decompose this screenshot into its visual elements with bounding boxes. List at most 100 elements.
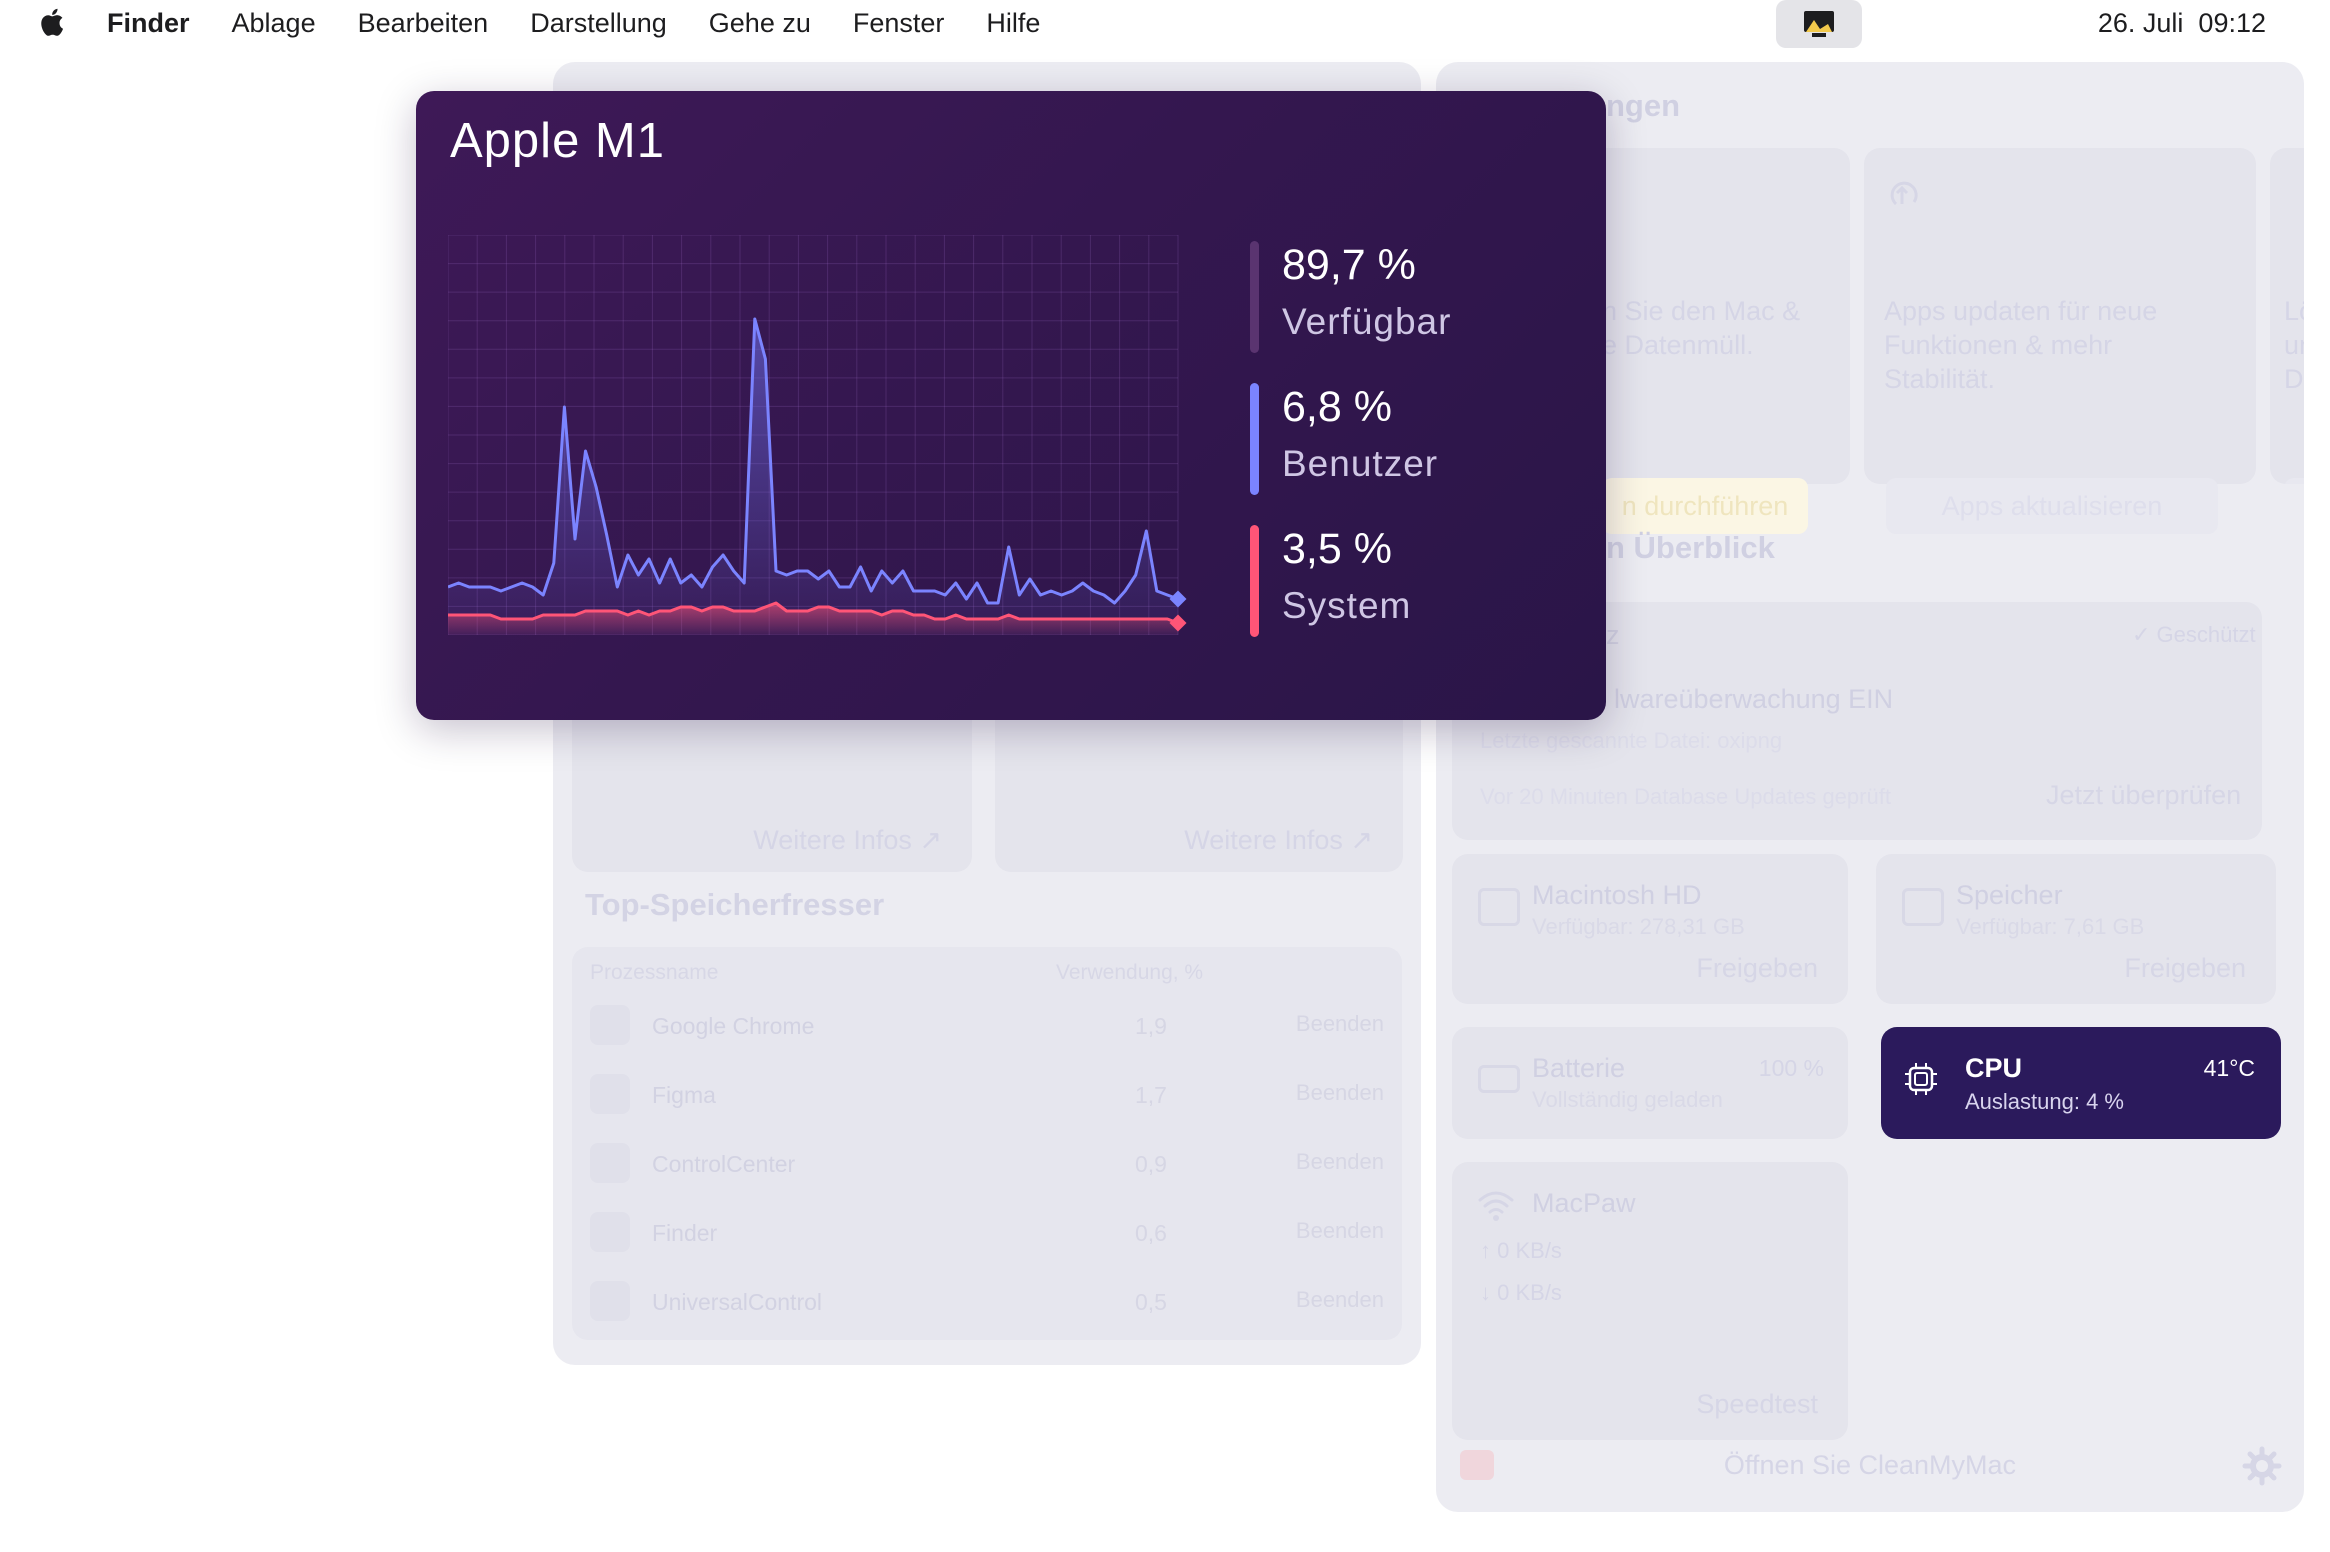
disk-icon — [1478, 888, 1520, 926]
cleanup-button[interactable]: n durchführen — [1602, 478, 1808, 534]
series-area-benutzer — [448, 319, 1178, 635]
process-usage: 0,5 — [1135, 1289, 1167, 1315]
battery-percent: 100 % — [1758, 1055, 1824, 1081]
stat-available-bar — [1250, 241, 1259, 353]
universal-control-icon — [590, 1281, 630, 1321]
gear-icon[interactable] — [2242, 1446, 2282, 1486]
finder-icon — [590, 1212, 630, 1252]
figma-icon — [590, 1074, 630, 1114]
more-info-link-2[interactable]: Weitere Infos ↗ — [1184, 825, 1373, 856]
chrome-icon — [590, 1005, 630, 1045]
memory-icon — [1902, 888, 1944, 926]
memory-available: Verfügbar: 7,61 GB — [1956, 914, 2145, 939]
quit-button[interactable]: Beenden — [1296, 1149, 1384, 1175]
stat-user-value: 6,8 % — [1282, 383, 1392, 431]
db-update-text: Vor 20 Minuten Database Updates geprüft — [1480, 784, 1891, 809]
stat-user-label: Benutzer — [1282, 443, 1439, 484]
monitor-icon — [1804, 11, 1834, 37]
memory-tile[interactable]: Speicher Verfügbar: 7,61 GB Freigeben — [1876, 854, 2276, 1004]
third-text-1: Lös — [2284, 296, 2304, 326]
stat-system-bar — [1250, 525, 1259, 637]
cpu-detail-popover: Apple M1 89,7 % Verfügbar 6,8 % Benutzer… — [416, 91, 1606, 720]
third-text-3: Dat — [2284, 364, 2304, 394]
menu-darstellung[interactable]: Darstellung — [530, 8, 667, 39]
cpu-usage-chart — [448, 235, 1187, 635]
protection-title: z — [1606, 620, 1620, 650]
battery-status: Vollständig geladen — [1532, 1087, 1723, 1112]
upload-speed: ↑ 0 KB/s — [1480, 1238, 1562, 1263]
menu-bearbeiten[interactable]: Bearbeiten — [358, 8, 489, 39]
column-process-name: Prozessname — [590, 961, 719, 984]
table-row: UniversalControl 0,5 Beenden — [572, 1273, 1402, 1333]
quit-button[interactable]: Beenden — [1296, 1287, 1384, 1313]
info-card-1: Weitere Infos ↗ — [572, 702, 972, 872]
network-tile[interactable]: MacPaw ↑ 0 KB/s ↓ 0 KB/s Speedtest — [1452, 1162, 1848, 1440]
cleanup-text-2: e Datenmüll. — [1602, 330, 1754, 360]
quit-button[interactable]: Beenden — [1296, 1011, 1384, 1037]
cpu-model-title: Apple M1 — [450, 114, 666, 168]
overview-title: n Überblick — [1606, 530, 1775, 565]
battery-tile[interactable]: Batterie Vollständig geladen 100 % — [1452, 1027, 1848, 1139]
protection-status-text: Geschützt — [2156, 622, 2256, 647]
recommendations-title: ngen — [1606, 88, 1681, 123]
download-speed: ↓ 0 KB/s — [1480, 1280, 1562, 1305]
menu-ablage[interactable]: Ablage — [232, 8, 316, 39]
menu-app-name[interactable]: Finder — [107, 8, 190, 39]
menu-hilfe[interactable]: Hilfe — [986, 8, 1040, 39]
update-text-2: Funktionen & mehr — [1884, 330, 2113, 360]
malware-monitor-text: lwareüberwachung EIN — [1614, 684, 1894, 714]
update-text-3: Stabilität. — [1884, 364, 1996, 394]
process-name: ControlCenter — [652, 1151, 796, 1177]
process-name: Figma — [652, 1082, 716, 1108]
cpu-temperature: 41°C — [2203, 1055, 2255, 1081]
menu-clock[interactable]: 26. Juli 09:12 — [2098, 8, 2266, 39]
update-card: Apps updaten für neue Funktionen & mehr … — [1864, 148, 2256, 534]
menu-items: Finder Ablage Bearbeiten Darstellung Geh… — [107, 8, 1082, 39]
upload-speed-value: 0 KB/s — [1497, 1238, 1562, 1263]
process-usage: 0,6 — [1135, 1220, 1167, 1246]
protection-status: ✓ Geschützt — [2132, 622, 2256, 647]
menu-fenster[interactable]: Fenster — [853, 8, 945, 39]
menu-gehe-zu[interactable]: Gehe zu — [709, 8, 811, 39]
third-button[interactable]: Na — [2284, 478, 2304, 484]
battery-title: Batterie — [1532, 1053, 1626, 1083]
memory-free-button[interactable]: Freigeben — [2124, 953, 2246, 984]
wifi-icon — [1478, 1191, 1514, 1221]
third-text-2: und — [2284, 330, 2304, 360]
stat-available-label: Verfügbar — [1282, 301, 1452, 342]
more-info-link-1[interactable]: Weitere Infos ↗ — [753, 825, 942, 856]
table-row: Finder 0,6 Beenden — [572, 1204, 1402, 1264]
table-row: ControlCenter 0,9 Beenden — [572, 1135, 1402, 1195]
update-apps-button[interactable]: Apps aktualisieren — [1886, 478, 2218, 534]
apple-menu-icon[interactable] — [38, 6, 68, 38]
last-scanned-file: Letzte gescannte Datei: oxipng — [1480, 728, 1783, 753]
process-usage: 1,9 — [1135, 1013, 1167, 1039]
disk-title: Macintosh HD — [1532, 880, 1702, 910]
cleanup-text-1: n Sie den Mac & — [1602, 296, 1801, 326]
quit-button[interactable]: Beenden — [1296, 1218, 1384, 1244]
check-now-button[interactable]: Jetzt überprüfen — [2046, 780, 2241, 811]
process-usage: 0,9 — [1135, 1151, 1167, 1177]
update-icon — [1890, 181, 1918, 206]
process-table: Prozessname Verwendung, % Google Chrome … — [572, 947, 1402, 1340]
clock-date: 26. Juli — [2097, 8, 2184, 38]
info-card-2: Weitere Infos ↗ — [995, 702, 1403, 872]
cpu-chip-icon — [1905, 1063, 1937, 1095]
third-card: Lös und Dat Na — [2270, 148, 2304, 484]
quit-button[interactable]: Beenden — [1296, 1080, 1384, 1106]
battery-icon — [1478, 1065, 1520, 1093]
disk-free-button[interactable]: Freigeben — [1696, 953, 1818, 984]
open-cleanmymac-button[interactable]: Öffnen Sie CleanMyMac — [1436, 1450, 2304, 1481]
stat-user: 6,8 % Benutzer — [1250, 383, 1570, 501]
stat-user-bar — [1250, 383, 1259, 495]
speedtest-button[interactable]: Speedtest — [1696, 1389, 1818, 1420]
stat-system-label: System — [1282, 585, 1412, 626]
disk-available: Verfügbar: 278,31 GB — [1532, 914, 1745, 939]
cpu-tile[interactable]: CPU Auslastung: 4 % 41°C — [1881, 1027, 2281, 1139]
stat-available-value: 89,7 % — [1282, 241, 1416, 289]
memory-title: Speicher — [1956, 880, 2063, 910]
cleanmymac-menubar-icon[interactable] — [1776, 0, 1862, 48]
disk-tile[interactable]: Macintosh HD Verfügbar: 278,31 GB Freige… — [1452, 854, 1848, 1004]
chart-series — [448, 317, 1187, 635]
table-row: Figma 1,7 Beenden — [572, 1066, 1402, 1126]
